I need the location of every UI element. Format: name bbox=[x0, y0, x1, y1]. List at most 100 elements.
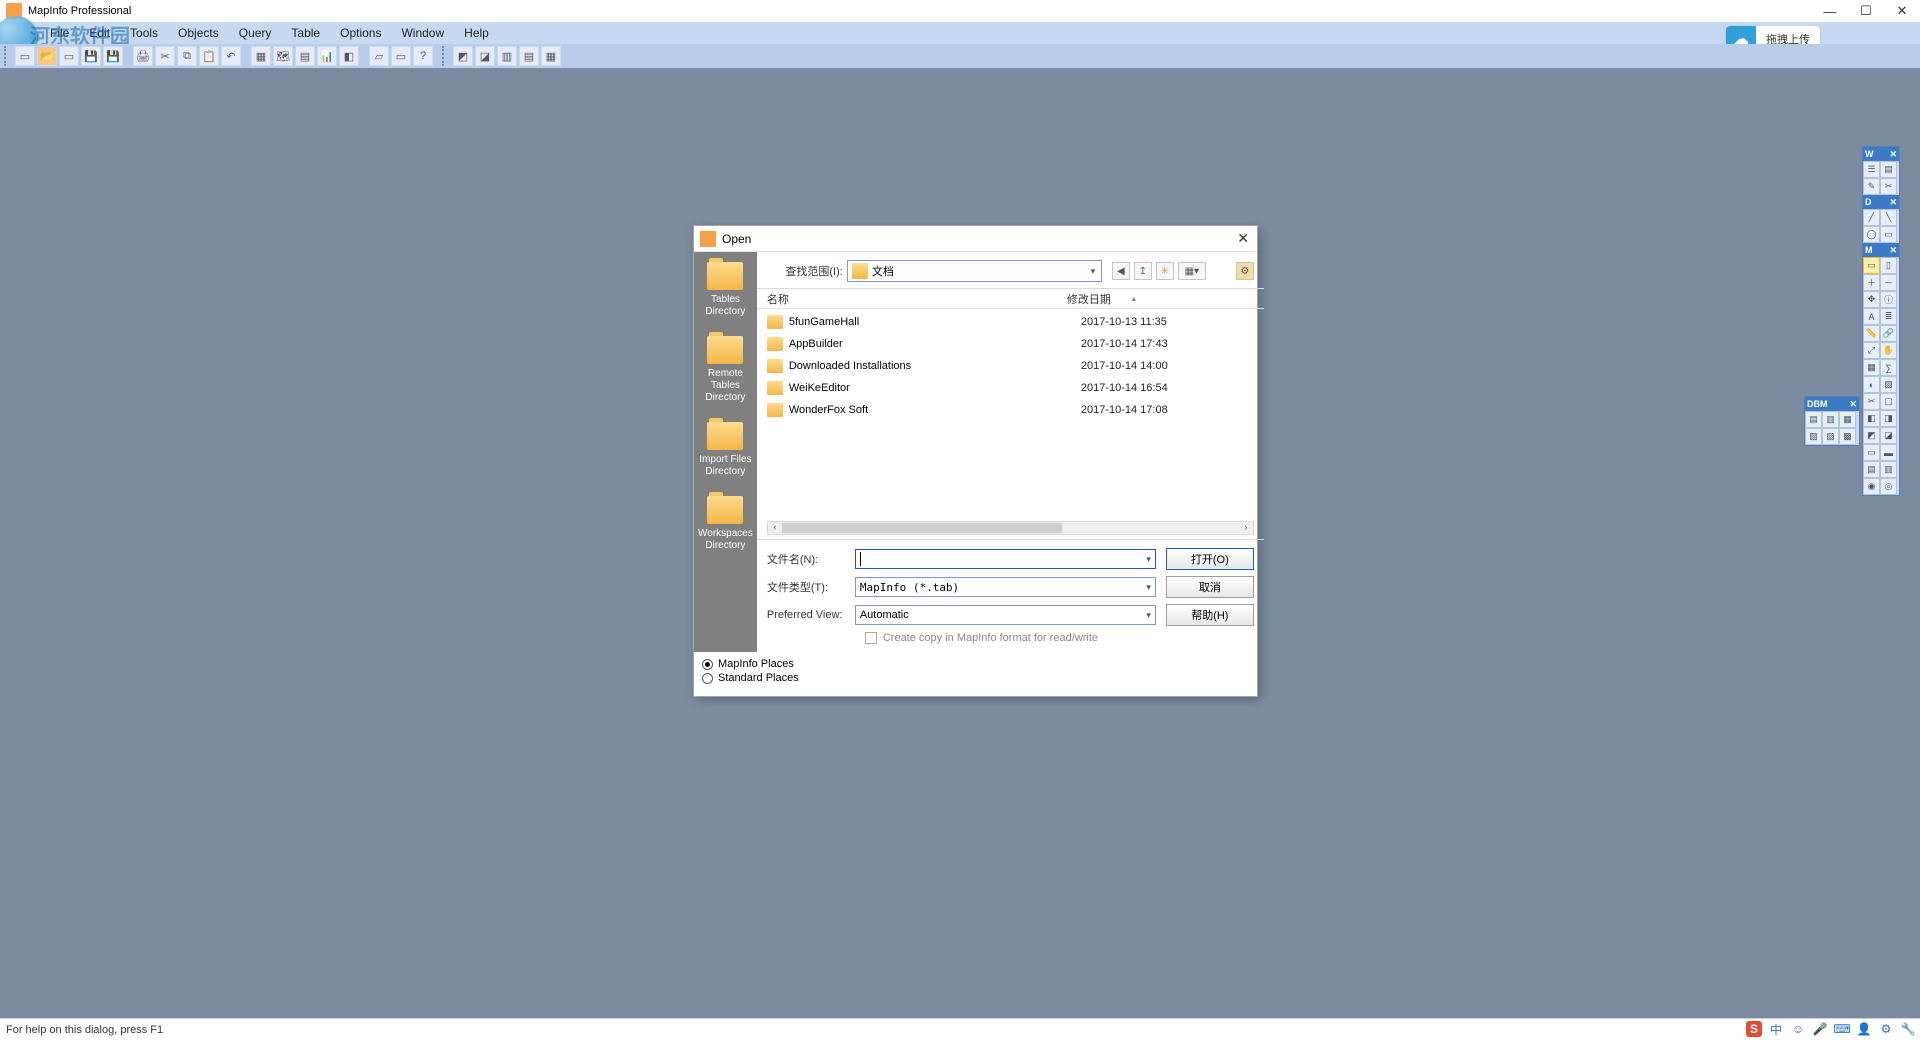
pal-district[interactable]: ▧ bbox=[1880, 376, 1897, 393]
tool-tile[interactable]: ▱ bbox=[369, 46, 389, 66]
tool-print[interactable]: 🖨 bbox=[133, 46, 153, 66]
pal-g[interactable]: ▤ bbox=[1863, 461, 1880, 478]
tool-new-graph[interactable]: 📊 bbox=[317, 46, 337, 66]
menu-help[interactable]: Help bbox=[454, 26, 499, 40]
pal-j[interactable]: ◎ bbox=[1880, 478, 1897, 495]
tool-new-browser[interactable]: ▦ bbox=[251, 46, 271, 66]
pal-select[interactable]: ▭ bbox=[1863, 257, 1880, 274]
pal-stat[interactable]: ∑ bbox=[1880, 359, 1897, 376]
tray-icon[interactable]: 👤 bbox=[1856, 1021, 1872, 1037]
tray-icon[interactable]: ☺ bbox=[1790, 1021, 1806, 1037]
file-row[interactable]: 5funGameHall2017-10-13 11:35 bbox=[767, 311, 1254, 333]
pal-legend[interactable]: ▦ bbox=[1863, 359, 1880, 376]
place-tables-directory[interactable]: Tables Directory bbox=[694, 256, 757, 330]
toolbar-handle-2[interactable] bbox=[442, 46, 448, 66]
pal-zoom-in[interactable]: ＋ bbox=[1863, 274, 1880, 291]
tool-extra-2[interactable]: ◪ bbox=[475, 46, 495, 66]
dbm-3[interactable]: ▦ bbox=[1839, 411, 1856, 428]
menu-tools[interactable]: Tools bbox=[120, 26, 168, 40]
dbm-4[interactable]: ▧ bbox=[1805, 428, 1822, 445]
pal-grab[interactable]: ✋ bbox=[1880, 342, 1897, 359]
pal-h[interactable]: ▥ bbox=[1880, 461, 1897, 478]
col-name[interactable]: 名称 bbox=[767, 291, 1067, 307]
tool-save[interactable]: 💾 bbox=[81, 46, 101, 66]
minimize-button[interactable]: — bbox=[1812, 0, 1848, 22]
pal-w-2[interactable]: ▤ bbox=[1880, 161, 1897, 178]
tool-extra-3[interactable]: ▥ bbox=[497, 46, 517, 66]
file-row[interactable]: AppBuilder2017-10-14 17:43 bbox=[767, 333, 1254, 355]
dbm-5[interactable]: ▨ bbox=[1822, 428, 1839, 445]
tool-open[interactable]: 📂 bbox=[37, 46, 57, 66]
pal-w-3[interactable]: ✎ bbox=[1863, 178, 1880, 195]
cancel-button[interactable]: 取消 bbox=[1166, 576, 1254, 598]
place-workspaces-directory[interactable]: Workspaces Directory bbox=[694, 490, 757, 564]
pal-d-4[interactable]: ▭ bbox=[1880, 226, 1897, 243]
pal-theme[interactable]: ◐ bbox=[1863, 376, 1880, 393]
pal-b[interactable]: ◨ bbox=[1880, 410, 1897, 427]
pal-d-1[interactable]: ╱ bbox=[1863, 209, 1880, 226]
pal-d[interactable]: ◪ bbox=[1880, 427, 1897, 444]
nav-viewmenu-icon[interactable]: ▦▾ bbox=[1178, 262, 1206, 280]
palette-close-icon[interactable]: ✕ bbox=[1889, 149, 1897, 160]
filetype-select[interactable]: MapInfo (*.tab)▾ bbox=[855, 577, 1156, 597]
place-import-files-directory[interactable]: Import Files Directory bbox=[694, 416, 757, 490]
tool-undo[interactable]: ↶ bbox=[221, 46, 241, 66]
tool-extra-4[interactable]: ▤ bbox=[519, 46, 539, 66]
tool-paste[interactable]: 📋 bbox=[199, 46, 219, 66]
file-row[interactable]: Downloaded Installations2017-10-14 14:00 bbox=[767, 355, 1254, 377]
tool-help[interactable]: ? bbox=[413, 46, 433, 66]
pal-marquee[interactable]: ▯ bbox=[1880, 257, 1897, 274]
menu-window[interactable]: Window bbox=[391, 26, 454, 40]
tool-palette-dbm[interactable]: DBM✕ ▤▥▦ ▧▨▩ bbox=[1804, 396, 1860, 446]
menu-edit[interactable]: Edit bbox=[79, 26, 120, 40]
pal-label[interactable]: A bbox=[1863, 308, 1880, 325]
tool-new-layout[interactable]: ▤ bbox=[295, 46, 315, 66]
ime-lang-icon[interactable]: 中 bbox=[1768, 1021, 1784, 1037]
file-row[interactable]: WonderFox Soft2017-10-14 17:08 bbox=[767, 399, 1254, 421]
pal-w-1[interactable]: ☰ bbox=[1863, 161, 1880, 178]
maximize-button[interactable]: ☐ bbox=[1848, 0, 1884, 22]
palette-close-icon[interactable]: ✕ bbox=[1889, 197, 1897, 208]
tool-new-mapper[interactable]: 🗺 bbox=[273, 46, 293, 66]
pal-sel2[interactable]: ▢ bbox=[1880, 393, 1897, 410]
tool-copy[interactable]: ⧉ bbox=[177, 46, 197, 66]
pal-zoom-out[interactable]: － bbox=[1880, 274, 1897, 291]
pal-ruler[interactable]: 📏 bbox=[1863, 325, 1880, 342]
pal-layer[interactable]: ≣ bbox=[1880, 308, 1897, 325]
nav-connect-icon[interactable]: ⚙ bbox=[1236, 262, 1254, 280]
pal-i[interactable]: ◉ bbox=[1863, 478, 1880, 495]
scroll-left-icon[interactable]: ‹ bbox=[768, 522, 782, 534]
pal-d-2[interactable]: ╲ bbox=[1880, 209, 1897, 226]
tool-palette-main[interactable]: W✕ ☰▤ ✎✂ D✕ ╱╲ ◯▭ M✕ ▭▯ ＋－ ✥ⓘ A≣ 📏🔗 ⤢✋ ▦… bbox=[1862, 146, 1900, 496]
file-row[interactable]: WeiKeEditor2017-10-14 16:54 bbox=[767, 377, 1254, 399]
tool-extra-5[interactable]: ▦ bbox=[541, 46, 561, 66]
palette-close-icon[interactable]: ✕ bbox=[1889, 245, 1897, 256]
pal-c[interactable]: ◩ bbox=[1863, 427, 1880, 444]
dbm-6[interactable]: ▩ bbox=[1839, 428, 1856, 445]
close-button[interactable]: ✕ bbox=[1884, 0, 1920, 22]
pal-pan[interactable]: ✥ bbox=[1863, 291, 1880, 308]
tool-cascade[interactable]: ▭ bbox=[391, 46, 411, 66]
tray-icon[interactable]: 🎤 bbox=[1812, 1021, 1828, 1037]
menu-query[interactable]: Query bbox=[229, 26, 282, 40]
tray-icon[interactable]: ⌨ bbox=[1834, 1021, 1850, 1037]
help-button[interactable]: 帮助(H) bbox=[1166, 604, 1254, 626]
nav-newfolder-icon[interactable]: ✳ bbox=[1156, 262, 1174, 280]
open-button[interactable]: 打开(O) bbox=[1166, 548, 1254, 570]
radio-mapinfo-places[interactable]: MapInfo Places bbox=[702, 658, 1249, 670]
pal-drag[interactable]: ⤢ bbox=[1863, 342, 1880, 359]
nav-back-icon[interactable]: ◀ bbox=[1112, 262, 1130, 280]
create-copy-checkbox[interactable] bbox=[865, 632, 877, 644]
pal-hotlink[interactable]: 🔗 bbox=[1880, 325, 1897, 342]
pal-a[interactable]: ◧ bbox=[1863, 410, 1880, 427]
pal-f[interactable]: ▬ bbox=[1880, 444, 1897, 461]
menu-table[interactable]: Table bbox=[281, 26, 330, 40]
pal-d-3[interactable]: ◯ bbox=[1863, 226, 1880, 243]
place-remote-tables-directory[interactable]: Remote Tables Directory bbox=[694, 330, 757, 416]
dialog-close-button[interactable]: ✕ bbox=[1237, 230, 1249, 247]
toolbar-handle[interactable] bbox=[4, 46, 10, 66]
scroll-right-icon[interactable]: › bbox=[1239, 522, 1253, 534]
dbm-2[interactable]: ▥ bbox=[1822, 411, 1839, 428]
dialog-titlebar[interactable]: Open ✕ bbox=[694, 226, 1257, 252]
tool-new[interactable]: ▭ bbox=[15, 46, 35, 66]
